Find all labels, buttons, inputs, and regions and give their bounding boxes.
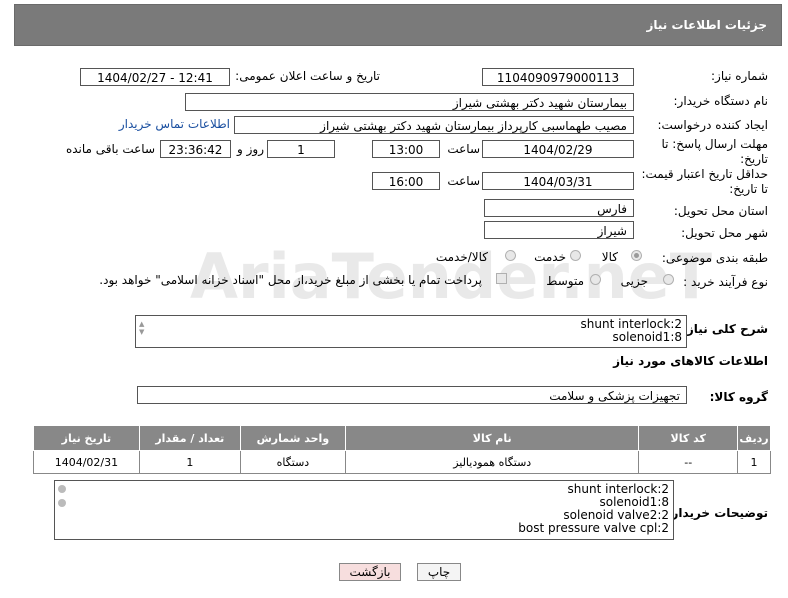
- days-label: روز و: [237, 142, 264, 156]
- summary-label: شرح کلی نیاز:: [682, 322, 768, 336]
- scroll-thumb-icon[interactable]: [58, 499, 66, 507]
- process-radio-medium[interactable]: [590, 274, 601, 285]
- validity-time-label: ساعت: [447, 174, 480, 188]
- deadline-date-field[interactable]: 1404/02/29: [482, 140, 634, 158]
- buyer-notes-line: bost pressure valve cpl:2: [518, 521, 669, 535]
- back-button[interactable]: بازگشت: [339, 563, 401, 581]
- creator-label: ایجاد کننده درخواست:: [657, 118, 768, 132]
- category-option-goods-service: کالا/خدمت: [435, 250, 488, 264]
- goods-section-title: اطلاعات کالاهای مورد نیاز: [613, 354, 768, 368]
- validity-time-field[interactable]: 16:00: [372, 172, 440, 190]
- scroll-thumb-icon[interactable]: [58, 485, 66, 493]
- province-field[interactable]: فارس: [484, 199, 634, 217]
- cell-name: دستگاه همودیالیز: [344, 450, 640, 474]
- summary-scrollbar[interactable]: ▲ ▼: [137, 317, 149, 346]
- col-unit: واحد شمارش: [239, 425, 347, 451]
- print-button[interactable]: چاپ: [417, 563, 461, 581]
- buyer-notes-textarea[interactable]: shunt interlock:2 solenoid1:8 solenoid v…: [54, 480, 674, 540]
- need-number-label: شماره نیاز:: [711, 69, 768, 83]
- goods-table-header: ردیف کد کالا نام کالا واحد شمارش تعداد /…: [33, 425, 771, 451]
- deadline-label: مهلت ارسال پاسخ: تا تاریخ:: [661, 137, 768, 166]
- goods-table: ردیف کد کالا نام کالا واحد شمارش تعداد /…: [33, 425, 771, 474]
- buyer-field[interactable]: بیمارستان شهید دکتر بهشتی شیراز: [185, 93, 634, 111]
- city-label: شهر محل تحویل:: [681, 226, 768, 240]
- col-qty: تعداد / مقدار: [138, 425, 241, 451]
- col-name: نام کالا: [344, 425, 640, 451]
- province-label: استان محل تحویل:: [673, 204, 768, 218]
- category-option-service: خدمت: [534, 250, 566, 264]
- announce-field[interactable]: 1404/02/27 - 12:41: [80, 68, 230, 86]
- process-option-medium: متوسط: [546, 274, 584, 288]
- deadline-time-label: ساعت: [447, 142, 480, 156]
- category-label: طبقه بندی موضوعی:: [661, 251, 768, 265]
- cell-code: --: [638, 450, 739, 474]
- remaining-label: ساعت باقی مانده: [65, 142, 155, 156]
- cell-date: 1404/02/31: [33, 450, 140, 474]
- summary-line: solenoid1:8: [612, 330, 682, 344]
- scroll-down-icon[interactable]: ▼: [139, 326, 144, 339]
- deadline-time-field[interactable]: 13:00: [372, 140, 440, 158]
- buyer-notes-scrollbar[interactable]: [56, 482, 68, 538]
- treasury-note: پرداخت تمام یا بخشی از مبلغ خرید،از محل …: [99, 273, 482, 287]
- process-label: نوع فرآیند خرید :: [683, 275, 768, 289]
- col-row: ردیف: [737, 425, 771, 451]
- process-radio-minor[interactable]: [663, 274, 674, 285]
- category-radio-goods-service[interactable]: [505, 250, 516, 261]
- city-field[interactable]: شیراز: [484, 221, 634, 239]
- buyer-notes-label: توضیحات خریدار:: [666, 506, 768, 520]
- process-option-minor: جزیی: [620, 274, 648, 288]
- contact-buyer-link[interactable]: اطلاعات تماس خریدار: [119, 117, 230, 131]
- buyer-notes-line: shunt interlock:2: [567, 482, 669, 496]
- goods-group-label: گروه کالا:: [709, 390, 768, 404]
- summary-textarea[interactable]: ▲ ▼ shunt interlock:2 solenoid1:8: [135, 315, 687, 348]
- validity-date-field[interactable]: 1404/03/31: [482, 172, 634, 190]
- cell-qty: 1: [138, 450, 241, 474]
- goods-group-field[interactable]: تجهیزات پزشکی و سلامت: [137, 386, 687, 404]
- need-number-field[interactable]: 1104090979000113: [482, 68, 634, 86]
- validity-label: حداقل تاریخ اعتبار قیمت: تا تاریخ:: [641, 167, 768, 196]
- summary-line: shunt interlock:2: [580, 317, 682, 331]
- table-row[interactable]: 1 -- دستگاه همودیالیز دستگاه 1 1404/02/3…: [33, 450, 771, 474]
- treasury-checkbox[interactable]: [496, 273, 507, 284]
- col-code: کد کالا: [638, 425, 739, 451]
- header-panel: جزئیات اطلاعات نیاز: [14, 4, 782, 46]
- col-date: تاریخ نیاز: [33, 425, 140, 451]
- creator-field[interactable]: مصیب طهماسبی کارپرداز بیمارستان شهید دکت…: [234, 116, 634, 134]
- days-field[interactable]: 1: [267, 140, 335, 158]
- cell-row: 1: [737, 450, 771, 474]
- panel-title: جزئیات اطلاعات نیاز: [646, 18, 767, 32]
- category-radio-service[interactable]: [570, 250, 581, 261]
- category-option-goods: کالا: [601, 250, 618, 264]
- buyer-label: نام دستگاه خریدار:: [673, 94, 769, 108]
- category-radio-goods[interactable]: [631, 250, 642, 261]
- cell-unit: دستگاه: [239, 450, 347, 474]
- announce-label: تاریخ و ساعت اعلان عمومی:: [235, 69, 380, 83]
- remaining-time-field[interactable]: 23:36:42: [160, 140, 231, 158]
